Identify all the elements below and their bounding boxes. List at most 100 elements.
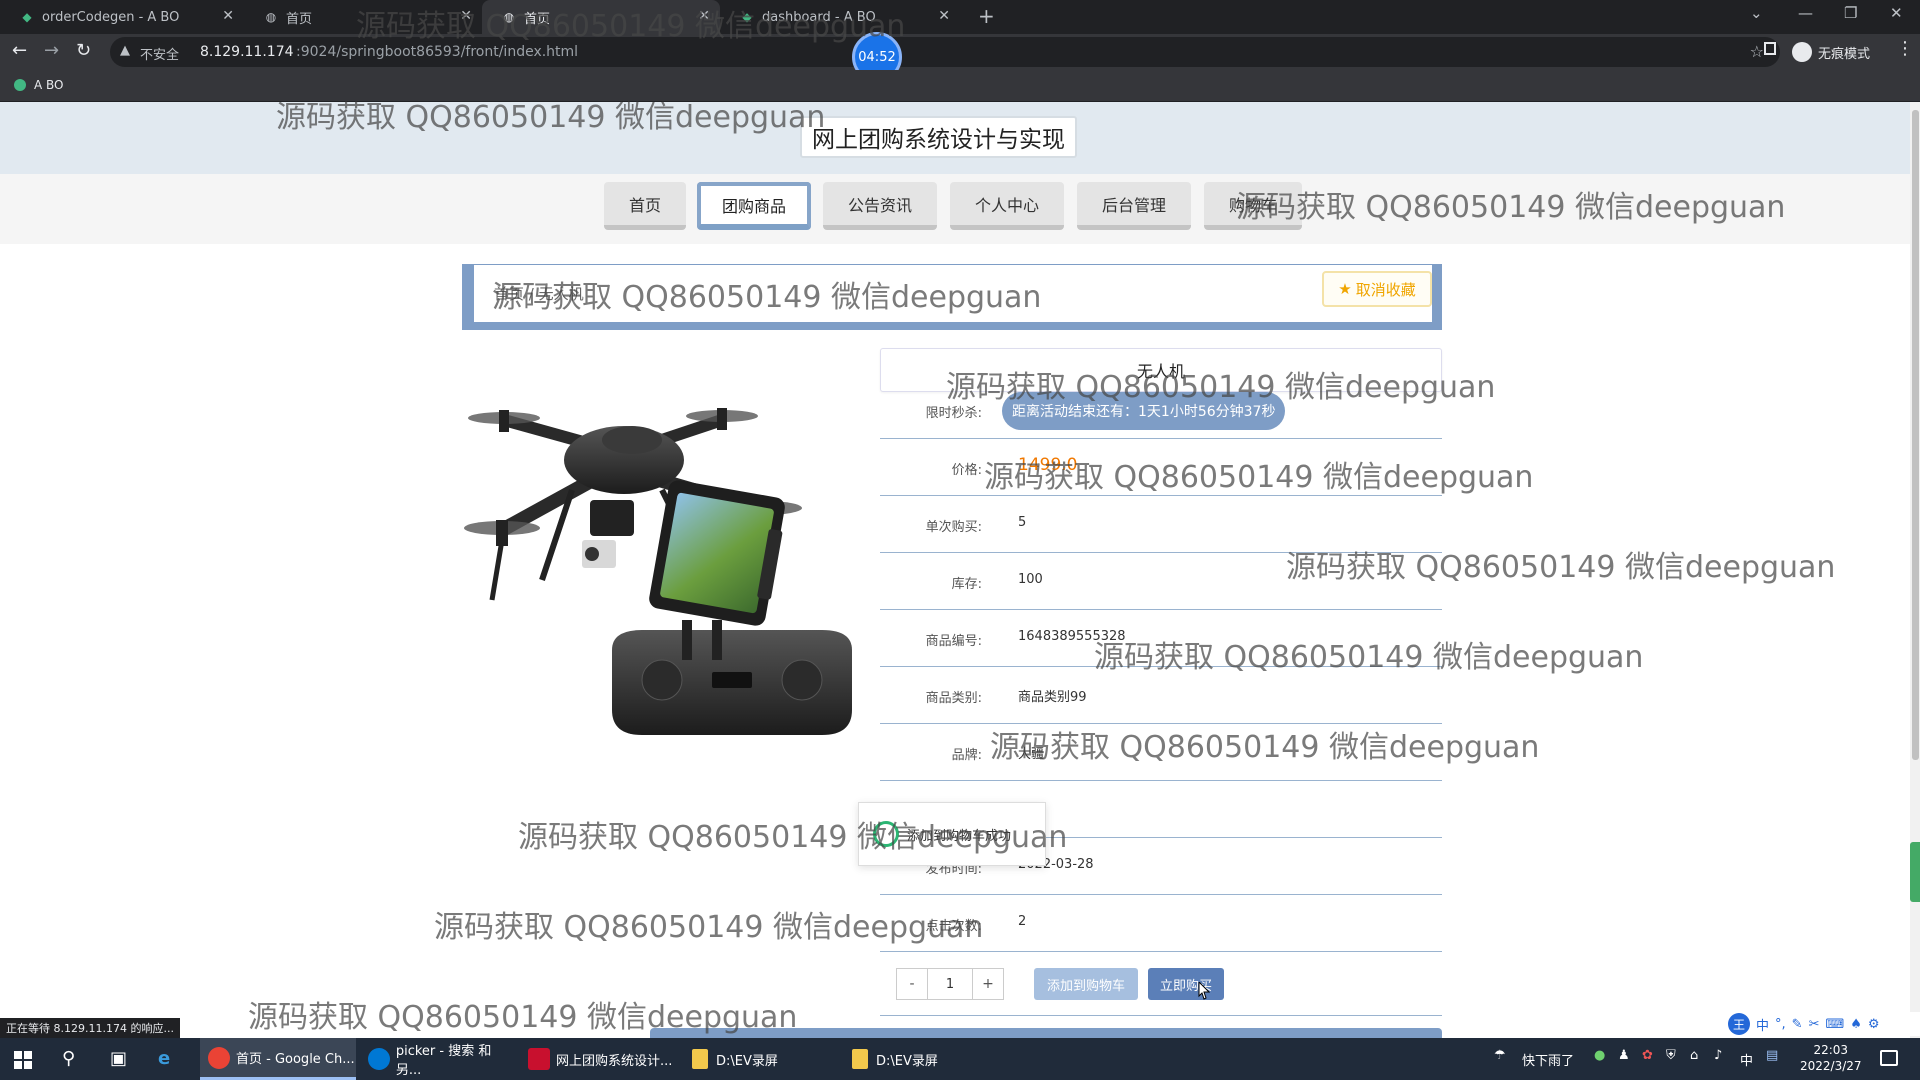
browser-tab[interactable]: ◆ dashboard - A BO ✕ [720, 0, 960, 34]
task-view-icon[interactable]: ▣ [110, 1048, 127, 1069]
incognito-indicator[interactable]: 无痕模式 [1792, 42, 1870, 62]
volume-icon[interactable]: ♪ [1714, 1048, 1722, 1063]
taskbar-item-label: 首页 - Google Ch... [236, 1052, 355, 1067]
minimize-icon[interactable]: — [1798, 4, 1813, 22]
qq-icon[interactable]: ♟ [1618, 1048, 1630, 1063]
input-language[interactable]: 中 [1740, 1050, 1753, 1069]
weather-text[interactable]: 快下雨了 [1522, 1050, 1574, 1069]
scrollbar-thumb[interactable] [1912, 110, 1919, 760]
nav-group-products[interactable]: 团购商品 [697, 182, 811, 230]
nav-announcements[interactable]: 公告资讯 [823, 182, 937, 230]
ime-skin-icon[interactable]: ♠ [1850, 1017, 1862, 1032]
browser-toolbar: ← → ↻ ▲ 不安全 8.129.11.174 :9024/springboo… [0, 34, 1920, 70]
browser-tab[interactable]: ◆ orderCodegen - A BO ✕ [0, 0, 244, 34]
breadcrumb[interactable]: 首页 / 无人机 [494, 283, 584, 304]
tab-title: 首页 [524, 11, 551, 27]
globe-icon: ◍ [265, 10, 277, 24]
quantity-input[interactable]: 1 [928, 968, 972, 1000]
ime-mode[interactable]: 中 [1756, 1015, 1769, 1034]
reload-icon[interactable]: ↻ [76, 40, 91, 61]
folder-icon [692, 1049, 708, 1069]
bookmarks-bar: A BO [0, 70, 1920, 102]
side-widget-tab[interactable] [1910, 842, 1920, 902]
folder-icon [852, 1049, 868, 1069]
footer-edge [650, 1028, 1442, 1038]
field-label: 点击次数: [925, 919, 982, 934]
side-panel-icon[interactable] [1764, 42, 1776, 55]
bookmark-item[interactable]: A BO [14, 78, 64, 92]
system-clock[interactable]: 22:03 2022/3/27 [1800, 1042, 1862, 1074]
new-tab-icon[interactable]: + [978, 4, 995, 28]
forward-icon[interactable]: → [44, 40, 59, 61]
close-icon[interactable]: ✕ [222, 8, 234, 24]
ime-toolbar[interactable]: 王 中 °, ✎ ✂ ⌨ ♠ ⚙ [1722, 1012, 1920, 1036]
field-label: 限时秒杀: [925, 406, 982, 421]
url-host[interactable]: 8.129.11.174 [200, 44, 294, 60]
field-label: 商品编号: [925, 634, 982, 649]
increase-button[interactable]: + [972, 968, 1004, 1000]
vue-icon: ◆ [22, 10, 32, 24]
unfavorite-button[interactable]: ★ 取消收藏 [1322, 271, 1432, 307]
field-row-stock: 库存: 100 [880, 553, 1442, 610]
window-close-icon[interactable]: ✕ [1890, 4, 1903, 22]
field-row-clicks: 点击次数: 2 [880, 895, 1442, 952]
wechat-icon[interactable]: ● [1594, 1048, 1605, 1063]
tray-app-icon[interactable]: ✿ [1642, 1048, 1653, 1063]
ime-pen-icon[interactable]: ✎ [1792, 1017, 1803, 1032]
ime-logo-icon[interactable]: 王 [1728, 1013, 1750, 1035]
network-icon[interactable]: ⌂ [1690, 1048, 1698, 1063]
ie-icon[interactable]: e [158, 1048, 170, 1069]
purchase-row: - 1 + 添加到购物车 立即购买 [880, 952, 1442, 1016]
web-page: 网上团购系统设计与实现 首页 团购商品 公告资讯 个人中心 后台管理 购物车 首… [0, 102, 1920, 1038]
ime-scissors-icon[interactable]: ✂ [1809, 1017, 1820, 1032]
field-row-brand: 品牌: 大疆 [880, 724, 1442, 781]
menu-kebab-icon[interactable]: ⋮ [1896, 38, 1914, 59]
field-label: 价格: [951, 463, 982, 478]
nav-personal-center[interactable]: 个人中心 [950, 182, 1064, 230]
shield-icon[interactable]: ⛨ [1666, 1048, 1676, 1063]
url-path[interactable]: :9024/springboot86593/front/index.html [296, 44, 578, 60]
wps-icon [528, 1048, 550, 1070]
bookmark-star-icon[interactable]: ☆ [1750, 42, 1764, 61]
taskbar-item-wps[interactable]: 网上团购系统设计... [520, 1038, 676, 1080]
browser-tab-active[interactable]: ◍ 首页 ✕ [482, 0, 720, 34]
browser-tabbar: ◆ orderCodegen - A BO ✕ ◍ 首页 ✕ ◍ 首页 ✕ ◆ … [0, 0, 1920, 34]
clock-date: 2022/3/27 [1800, 1059, 1862, 1073]
weather-icon[interactable]: ☂ [1494, 1048, 1506, 1063]
taskbar-item-folder[interactable]: D:\EV录屏 [844, 1038, 1000, 1080]
decrease-button[interactable]: - [896, 968, 928, 1000]
close-icon[interactable]: ✕ [460, 8, 472, 24]
site-title: 网上团购系统设计与实现 [800, 116, 1077, 158]
browser-tab[interactable]: ◍ 首页 ✕ [244, 0, 482, 34]
add-to-cart-button[interactable]: 添加到购物车 [1034, 968, 1138, 1000]
ime-settings-icon[interactable]: ⚙ [1868, 1017, 1880, 1032]
taskbar-item-folder[interactable]: D:\EV录屏 [684, 1038, 840, 1080]
insecure-label[interactable]: 不安全 [140, 44, 179, 63]
notification-icon[interactable] [1880, 1050, 1898, 1066]
star-icon: ★ [1338, 280, 1352, 298]
ime-punct-icon[interactable]: °, [1775, 1017, 1786, 1032]
nav-admin[interactable]: 后台管理 [1077, 182, 1191, 230]
countdown-badge: 距离活动结束还有：1天1小时56分钟37秒 [1002, 392, 1286, 430]
field-label: 品牌: [951, 748, 982, 763]
success-check-icon [873, 821, 899, 847]
windows-start-icon[interactable] [14, 1051, 32, 1069]
price-value: 1499.0 [1018, 455, 1078, 475]
close-icon[interactable]: ✕ [698, 8, 710, 24]
incognito-label: 无痕模式 [1818, 46, 1871, 62]
field-label: 单次购买: [925, 520, 982, 535]
nav-cart[interactable]: 购物车 [1204, 182, 1302, 230]
close-icon[interactable]: ✕ [938, 8, 950, 24]
search-icon[interactable]: ⚲ [62, 1048, 75, 1069]
buy-now-button[interactable]: 立即购买 [1148, 968, 1224, 1000]
taskbar-item-chrome[interactable]: 首页 - Google Ch... [200, 1038, 356, 1080]
restore-icon[interactable]: ❐ [1844, 4, 1857, 22]
taskbar-item-edge[interactable]: picker - 搜索 和另... [360, 1038, 516, 1080]
address-bar[interactable]: ▲ 不安全 8.129.11.174 :9024/springboot86593… [110, 37, 1780, 67]
warning-icon[interactable]: ▲ [120, 43, 130, 58]
ime-keyboard-icon[interactable]: ⌨ [1825, 1017, 1844, 1032]
nav-home[interactable]: 首页 [604, 182, 686, 230]
ime-tray-icon[interactable]: ▤ [1766, 1048, 1778, 1063]
back-icon[interactable]: ← [12, 40, 27, 61]
tab-search-icon[interactable]: ⌄ [1750, 4, 1763, 22]
